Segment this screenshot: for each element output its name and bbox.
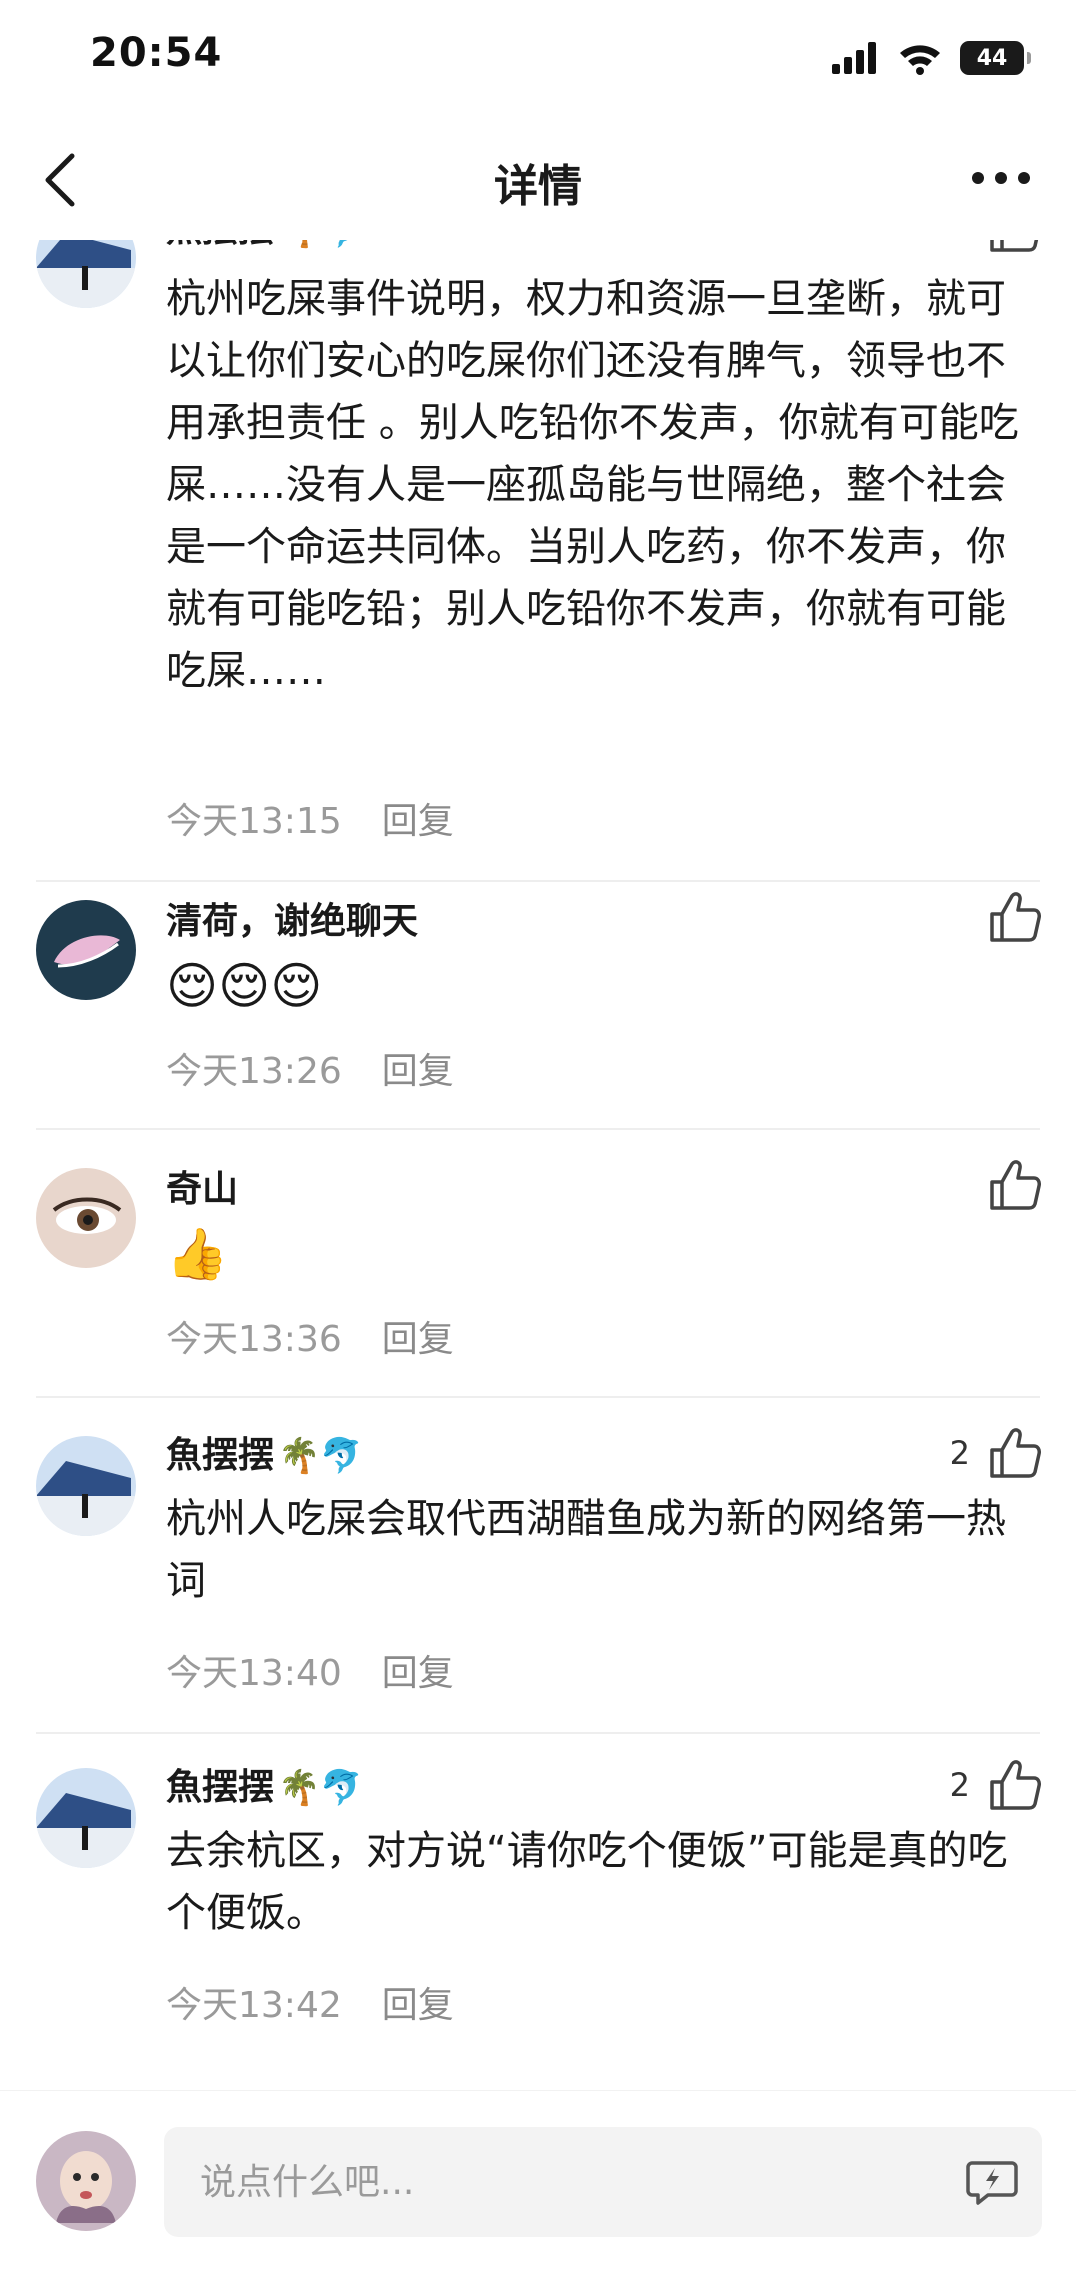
like-count: 3 (950, 240, 970, 246)
comment-meta: 今天13:40 回复 (166, 1644, 454, 1696)
comment-meta: 今天13:15 回复 (166, 792, 454, 844)
comment-meta: 今天13:42 回复 (166, 1976, 454, 2028)
comment-time: 今天13:42 (166, 1985, 342, 2026)
reply-button[interactable]: 回复 (382, 1653, 454, 1694)
my-avatar[interactable] (36, 2131, 136, 2231)
comment-item: 魚摆摆 🌴🐬 2 去余杭区，对方说“请你吃个便饭”可能是真的吃个便饭。 今天13:… (0, 1752, 1076, 2082)
comment-meta: 今天13:26 回复 (166, 1042, 454, 1094)
emoji-reaction: 👍 (166, 1225, 229, 1283)
comment-author[interactable]: 魚摆摆🌴🐬 (166, 1426, 363, 1478)
comment-item: 魚摆摆 🌴🐬 2 杭州人吃屎会取代西湖醋鱼成为新的网络第一热词 今天13:40 回复 (0, 1420, 1076, 1752)
like-count: 2 (949, 1434, 970, 1472)
thumbs-up-icon (990, 240, 1039, 252)
more-dots-icon[interactable] (966, 156, 1036, 200)
name-emoji: 🌴🐬 (278, 1768, 363, 1808)
author-name: 魚摆摆 (166, 240, 274, 250)
like-button[interactable] (988, 1158, 1042, 1212)
like-button[interactable]: 2 (950, 1426, 1042, 1480)
comment-meta: 今天13:36 回复 (166, 1310, 454, 1362)
author-name: 魚摆摆 (166, 1767, 275, 1808)
comment-author[interactable]: 清荷，谢绝聊天 (166, 892, 418, 944)
author-name: 奇山 (166, 1169, 239, 1210)
status-bar: 20:54 44 (0, 0, 1076, 120)
divider (36, 1128, 1040, 1130)
like-button[interactable] (988, 890, 1042, 944)
comment-list: 魚摆摆🌴🐬 3 杭州吃屎事件说明，权力和资源一旦垄断，就可以让你们安心的吃屎你们… (0, 240, 1076, 2100)
wifi-icon (900, 45, 940, 75)
comment-time: 今天13:40 (166, 1653, 342, 1694)
comment-author[interactable]: 魚摆摆 🌴🐬 (166, 240, 363, 252)
divider (36, 1732, 1040, 1734)
comment-text: 去余杭区，对方说“请你吃个便饭”可能是真的吃个便饭。 (166, 1828, 1008, 1936)
thumbs-up-icon (990, 1160, 1041, 1210)
page-title: 详情 (494, 161, 582, 212)
reply-button[interactable]: 回复 (382, 1319, 454, 1360)
nav-bar: 详情 (0, 120, 1076, 240)
comment-text: 杭州吃屎事件说明，权力和资源一旦垄断，就可以让你们安心的吃屎你们还没有脾气，领导… (166, 276, 1019, 694)
comment-time: 今天13:26 (166, 1051, 342, 1092)
comment-time: 今天13:36 (166, 1319, 342, 1360)
name-emoji: 🌴🐬 (278, 1436, 363, 1476)
thumbs-up-icon (990, 1428, 1041, 1478)
avatar[interactable] (36, 1436, 136, 1536)
status-icons: 44 (832, 38, 1031, 78)
avatar[interactable] (36, 1768, 136, 1868)
battery-icon: 44 (960, 41, 1031, 75)
comment-text: 杭州人吃屎会取代西湖醋鱼成为新的网络第一热词 (166, 1496, 1006, 1604)
like-button[interactable]: 3 (950, 240, 1042, 254)
thumbs-up-icon (990, 1760, 1041, 1810)
comment-author[interactable]: 奇山 (166, 1160, 238, 1212)
avatar[interactable] (36, 240, 136, 308)
comment-item: 清荷，谢绝聊天 😌😌😌 今天13:26 回复 (0, 882, 1076, 1152)
divider (36, 1396, 1040, 1398)
reply-button[interactable]: 回复 (382, 1051, 454, 1092)
comment-author[interactable]: 魚摆摆🌴🐬 (166, 1758, 363, 1810)
comment-emojis: 👍 (166, 1224, 1026, 1289)
avatar[interactable] (36, 1168, 136, 1268)
signal-icon (832, 42, 876, 74)
emoji-reaction: 😌😌😌 (166, 957, 323, 1015)
comment-time: 今天13:15 (166, 801, 342, 842)
comment-input[interactable] (164, 2127, 1042, 2237)
like-button[interactable]: 2 (950, 1758, 1042, 1812)
comment-item: 奇山 👍 今天13:36 回复 (0, 1150, 1076, 1420)
battery-level: 44 (976, 45, 1008, 71)
reply-button[interactable]: 回复 (382, 1985, 454, 2026)
reply-button[interactable]: 回复 (382, 801, 454, 842)
status-time: 20:54 (90, 30, 223, 76)
author-name: 魚摆摆 (166, 1435, 275, 1476)
avatar[interactable] (36, 900, 136, 1000)
comment-input-bar (0, 2090, 1076, 2277)
thumbs-up-icon (990, 892, 1041, 942)
like-count: 2 (949, 1766, 970, 1804)
author-name: 清荷，谢绝聊天 (166, 901, 419, 942)
edit-lightning-icon[interactable] (966, 2159, 1018, 2205)
comment-emojis: 😌😌😌 (166, 956, 1026, 1021)
name-emoji: 🌴🐬 (278, 240, 363, 250)
